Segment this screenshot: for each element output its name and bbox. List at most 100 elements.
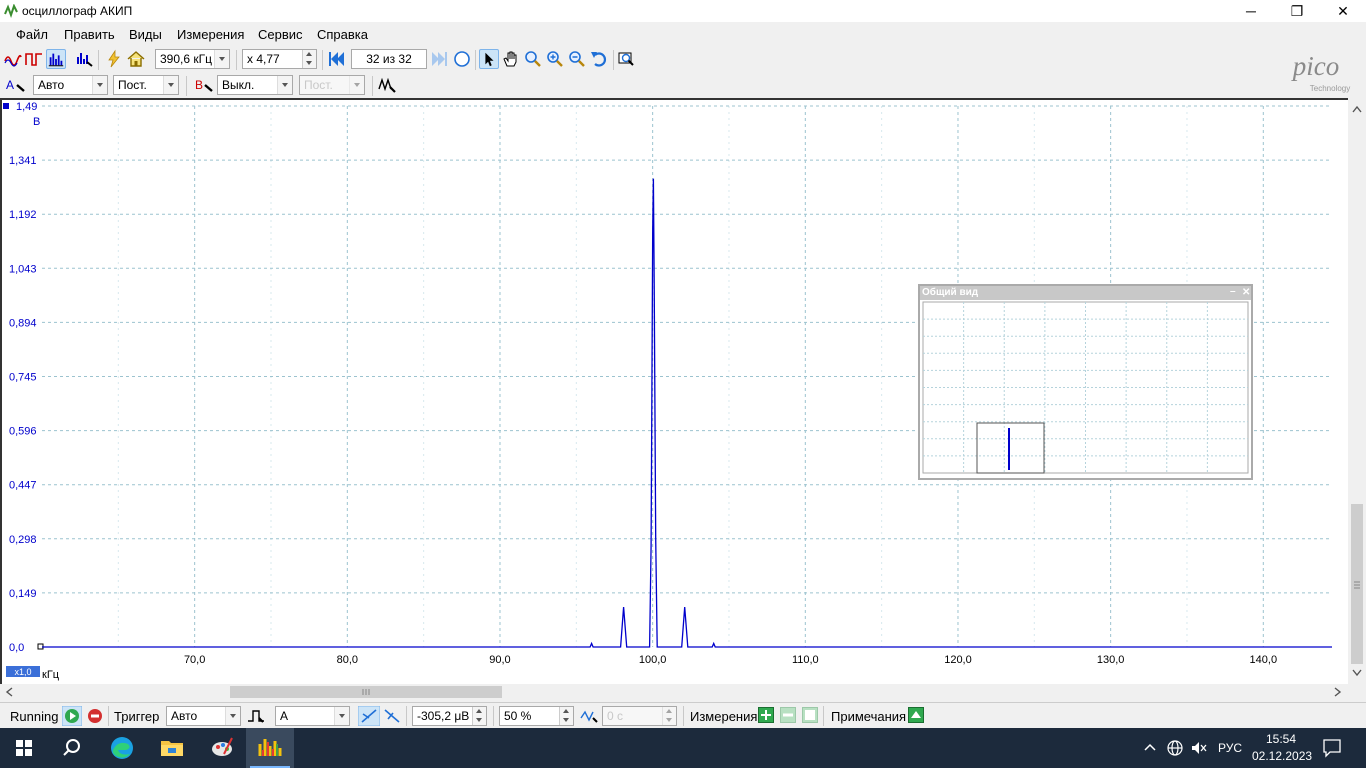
signal-generator-icon[interactable]: [377, 75, 397, 95]
stop-icon[interactable]: [85, 706, 105, 726]
post-trigger-icon[interactable]: [579, 706, 599, 726]
spin-arrows-icon[interactable]: [472, 707, 486, 725]
y-tick-label: 0,894: [9, 317, 37, 329]
spin-arrows-icon[interactable]: [302, 50, 316, 68]
separator: [475, 50, 476, 70]
edge-browser-icon[interactable]: [106, 732, 138, 764]
windows-start-icon[interactable]: [8, 732, 40, 764]
taskbar: РУС 15:54 02.12.2023: [0, 728, 1366, 768]
trigger-label: Триггер: [114, 709, 160, 724]
menu-views[interactable]: Виды: [129, 27, 162, 42]
hand-tool-icon[interactable]: [501, 49, 521, 69]
chevron-down-icon: [163, 76, 178, 94]
channel-a-coupling-select[interactable]: Пост.: [113, 75, 179, 95]
delete-measurement-icon: [802, 707, 818, 723]
zoom-overview-icon[interactable]: [617, 49, 637, 69]
separator: [186, 76, 187, 96]
x-unit-label: кГц: [42, 669, 60, 681]
undo-zoom-icon[interactable]: [589, 49, 609, 69]
menu-service[interactable]: Сервис: [258, 27, 303, 42]
trigger-channel-select[interactable]: A: [275, 706, 350, 726]
timebase-select[interactable]: 390,6 кГц: [155, 49, 230, 69]
scroll-left-icon[interactable]: [5, 687, 13, 697]
menu-file[interactable]: Файл: [16, 27, 48, 42]
spin-arrows-icon[interactable]: [559, 707, 573, 725]
channel-a-range-select[interactable]: Авто: [33, 75, 108, 95]
x-tick-label: 120,0: [944, 654, 972, 666]
oscilloscope-app-icon[interactable]: [254, 732, 286, 764]
persistence-mode-icon[interactable]: [24, 49, 44, 69]
scope-mode-icon[interactable]: [3, 49, 23, 69]
channel-b-options-icon[interactable]: [203, 83, 215, 93]
next-capture-icon[interactable]: [430, 49, 450, 69]
overview-window[interactable]: Общий вид – ✕: [918, 284, 1253, 480]
close-button[interactable]: ✕: [1320, 0, 1366, 22]
channel-a-options-icon[interactable]: [15, 83, 27, 93]
menu-help[interactable]: Справка: [317, 27, 368, 42]
y-tick-label: 1,49: [16, 101, 37, 113]
compass-icon[interactable]: [452, 49, 472, 69]
trigger-mode-select[interactable]: Авто: [166, 706, 241, 726]
spectrum-mode-icon[interactable]: [46, 49, 66, 69]
restore-button[interactable]: ❐: [1274, 0, 1320, 22]
falling-edge-icon[interactable]: [382, 706, 402, 726]
y-tick-label: 1,341: [9, 155, 37, 167]
trigger-level-input[interactable]: -305,2 μВ: [412, 706, 487, 726]
channel-b-range-select[interactable]: Выкл.: [217, 75, 293, 95]
scroll-right-icon[interactable]: [1334, 687, 1342, 697]
zoom-region-icon[interactable]: [523, 49, 543, 69]
clock-time[interactable]: 15:54: [1266, 732, 1296, 746]
pre-trigger-input[interactable]: 50 %: [499, 706, 574, 726]
separator: [322, 50, 323, 70]
notifications-icon[interactable]: [1322, 738, 1342, 758]
y-tick-label: 0,596: [9, 426, 37, 438]
overview-minimize-button[interactable]: –: [1230, 285, 1236, 299]
start-icon[interactable]: [62, 706, 82, 726]
overview-close-button[interactable]: ✕: [1242, 286, 1250, 300]
channel-toolbar: A Авто Пост. B Выкл. Пост.: [0, 72, 1366, 98]
pointer-tool-icon[interactable]: [479, 49, 499, 69]
auto-setup-icon[interactable]: [104, 49, 124, 69]
menu-edit[interactable]: Править: [64, 27, 115, 42]
spectrum-options-icon[interactable]: [74, 49, 94, 69]
pre-trigger-value: 50 %: [504, 709, 532, 723]
volume-muted-icon[interactable]: [1190, 739, 1208, 757]
x-tick-label: 70,0: [184, 654, 205, 666]
minimize-button[interactable]: ─: [1228, 0, 1274, 22]
chevron-up-icon[interactable]: [1142, 740, 1158, 756]
horizontal-scrollbar[interactable]: [0, 684, 1348, 700]
trigger-advanced-icon[interactable]: [246, 706, 266, 726]
zoom-input[interactable]: x 4,77: [242, 49, 317, 69]
app-icon-paint[interactable]: [206, 732, 238, 764]
network-globe-icon[interactable]: [1166, 739, 1184, 757]
channel-b-coupling-select: Пост.: [299, 75, 365, 95]
zoom-out-icon[interactable]: [567, 49, 587, 69]
trigger-mode-value: Авто: [171, 709, 198, 723]
y-axis-ticks: 1,49 1,341 1,192 1,043 0,894 0,745 0,596 0,447 0…: [9, 101, 37, 654]
previous-capture-icon[interactable]: [326, 49, 346, 69]
vertical-scrollbar[interactable]: [1348, 98, 1366, 684]
scroll-up-icon[interactable]: [1352, 105, 1362, 113]
notes-toggle-icon[interactable]: [908, 707, 924, 723]
file-explorer-icon[interactable]: [156, 732, 188, 764]
chevron-down-icon: [277, 76, 292, 94]
capture-counter[interactable]: 32 из 32: [351, 49, 427, 69]
search-icon[interactable]: [56, 732, 88, 764]
y-tick-label: 1,043: [9, 263, 37, 275]
menu-measurements[interactable]: Измерения: [177, 27, 244, 42]
vertical-scroll-thumb[interactable]: [1351, 504, 1363, 664]
zoom-value: x 4,77: [247, 52, 280, 66]
language-indicator[interactable]: РУС: [1218, 741, 1242, 755]
y-tick-label: 0,447: [9, 480, 37, 492]
x-tick-label: 130,0: [1097, 654, 1125, 666]
clock-date[interactable]: 02.12.2023: [1252, 749, 1312, 763]
home-icon[interactable]: [126, 49, 146, 69]
zoom-in-icon[interactable]: [545, 49, 565, 69]
chevron-down-icon: [349, 76, 364, 94]
rising-edge-icon[interactable]: [358, 706, 380, 726]
overview-chart[interactable]: [920, 300, 1251, 478]
add-measurement-icon[interactable]: [758, 707, 774, 723]
delay-input: 0 с: [602, 706, 677, 726]
scroll-down-icon[interactable]: [1352, 669, 1362, 677]
overview-titlebar[interactable]: Общий вид – ✕: [920, 286, 1251, 300]
